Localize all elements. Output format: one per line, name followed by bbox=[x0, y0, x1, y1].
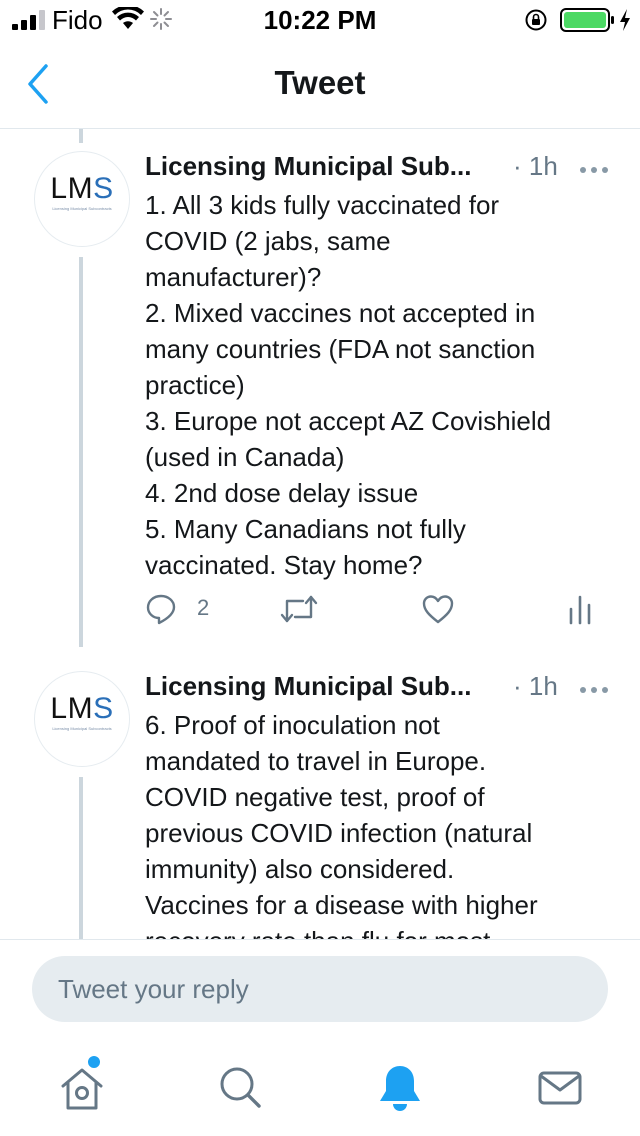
tab-home[interactable] bbox=[54, 1054, 110, 1116]
thread-connector-line bbox=[79, 777, 83, 939]
avatar[interactable]: LMS Licensing Municipal Subcontracts bbox=[34, 151, 130, 247]
notification-dot bbox=[86, 1054, 102, 1070]
analytics-bar-icon bbox=[569, 595, 591, 625]
avatar-logo-text: LMS bbox=[50, 172, 114, 205]
reply-input[interactable] bbox=[32, 956, 608, 1022]
tweet-header: Licensing Municipal Sub... · 1h bbox=[145, 671, 615, 707]
analytics-button[interactable] bbox=[565, 587, 595, 627]
tab-messages[interactable] bbox=[532, 1060, 588, 1116]
charging-bolt-icon bbox=[620, 9, 630, 31]
author-name[interactable]: Licensing Municipal Sub... bbox=[145, 151, 471, 182]
thread-connector-line bbox=[79, 129, 83, 143]
reply-button[interactable]: 2 bbox=[145, 587, 225, 627]
reply-icon bbox=[146, 594, 176, 625]
tweet-thread[interactable]: LMS Licensing Municipal Subcontracts Lic… bbox=[0, 129, 640, 939]
retweet-icon bbox=[280, 595, 318, 623]
orientation-lock-icon bbox=[525, 9, 547, 31]
author-name[interactable]: Licensing Municipal Sub... bbox=[145, 671, 471, 702]
status-bar: Fido 10:22 PM bbox=[0, 0, 640, 40]
avatar-logo-subtext: Licensing Municipal Subcontracts bbox=[52, 206, 112, 211]
avatar[interactable]: LMS Licensing Municipal Subcontracts bbox=[34, 671, 130, 767]
tab-bar bbox=[0, 1038, 640, 1136]
retweet-button[interactable] bbox=[279, 587, 319, 627]
battery-icon bbox=[560, 8, 614, 32]
tweet-text: 1. All 3 kids fully vaccinated for COVID… bbox=[145, 190, 552, 580]
tab-search[interactable] bbox=[212, 1060, 268, 1116]
more-options-icon[interactable] bbox=[579, 685, 609, 695]
navigation-bar: Tweet bbox=[0, 40, 640, 129]
tab-notifications[interactable] bbox=[372, 1060, 428, 1116]
heart-icon bbox=[422, 595, 454, 624]
tweet-timestamp[interactable]: · 1h bbox=[513, 151, 558, 182]
messages-envelope-icon bbox=[538, 1071, 582, 1105]
home-icon bbox=[61, 1068, 103, 1110]
notifications-bell-icon bbox=[380, 1066, 420, 1111]
tweet-actions: 2 bbox=[145, 587, 605, 627]
search-icon bbox=[220, 1067, 261, 1108]
tweet-timestamp[interactable]: · 1h bbox=[513, 671, 558, 702]
tweet-header: Licensing Municipal Sub... · 1h bbox=[145, 151, 615, 187]
thread-connector-line bbox=[79, 257, 83, 647]
tweet-item[interactable]: LMS Licensing Municipal Subcontracts Lic… bbox=[0, 667, 640, 939]
avatar-logo-text: LMS bbox=[50, 692, 114, 725]
tweet-item[interactable]: LMS Licensing Municipal Subcontracts Lic… bbox=[0, 147, 640, 647]
reply-bar bbox=[0, 939, 640, 1038]
reply-count: 2 bbox=[197, 595, 210, 620]
like-button[interactable] bbox=[421, 587, 457, 627]
tweet-text: 6. Proof of inoculation not mandated to … bbox=[145, 710, 538, 939]
avatar-logo-subtext: Licensing Municipal Subcontracts bbox=[52, 726, 112, 731]
page-title: Tweet bbox=[274, 64, 366, 101]
more-options-icon[interactable] bbox=[579, 165, 609, 175]
